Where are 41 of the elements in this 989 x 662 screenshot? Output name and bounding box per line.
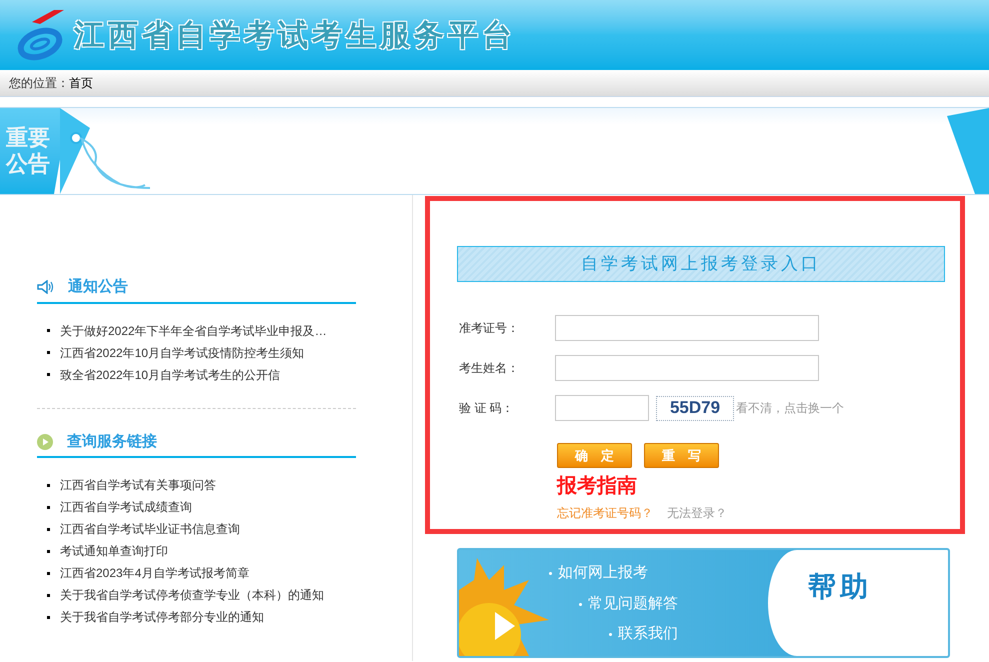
- login-title: 自学考试网上报考登录入口: [581, 253, 821, 276]
- bullet-icon: [47, 329, 50, 332]
- list-link[interactable]: 江西省自学考试成绩查询: [60, 498, 192, 516]
- captcha-image[interactable]: 55D79: [656, 396, 734, 420]
- bullet-icon: [579, 602, 582, 606]
- field-label: 考生姓名：: [458, 360, 520, 377]
- list-link[interactable]: 江西省2022年10月自学考试疫情防控考生须知: [60, 344, 304, 362]
- bullet-icon: [47, 528, 50, 530]
- bullet-icon: [47, 484, 50, 486]
- speaker-icon: [37, 280, 54, 294]
- breadcrumb-link[interactable]: 首页: [69, 74, 93, 92]
- bullet-icon: [47, 616, 50, 618]
- text-input[interactable]: [555, 355, 819, 381]
- text-input[interactable]: [555, 315, 819, 341]
- notice-tag-text: 重要公告: [6, 125, 51, 177]
- breadcrumb-label: 您的位置：: [9, 75, 69, 92]
- bullet-icon: [47, 373, 50, 376]
- list-link[interactable]: 江西省2023年4月自学考试报考简章: [60, 564, 250, 582]
- bullet-icon: [47, 351, 50, 354]
- section-title: 查询服务链接: [67, 432, 157, 452]
- bullet-icon: [47, 550, 50, 552]
- play-circle-icon: [37, 434, 53, 450]
- bullet-icon: [47, 506, 50, 508]
- list-link[interactable]: 关于我省自学考试停考部分专业的通知: [60, 608, 264, 626]
- captcha-input[interactable]: [555, 395, 649, 421]
- help-title: 帮助: [808, 570, 872, 604]
- list-link[interactable]: 关于做好2022年下半年全省自学考试毕业申报及…: [60, 322, 327, 340]
- bullet-icon: [47, 594, 50, 596]
- guide-link[interactable]: 报考指南: [557, 473, 637, 497]
- section-title: 通知公告: [68, 277, 128, 297]
- bullet-icon: [549, 572, 552, 575]
- list-link[interactable]: 关于我省自学考试停考侦查学专业（本科）的通知: [60, 586, 324, 604]
- bullet-icon: [47, 572, 50, 574]
- field-label: 验 证 码：: [458, 400, 515, 417]
- field-label: 准考证号：: [458, 320, 520, 337]
- list-link[interactable]: 致全省2022年10月自学考试考生的公开信: [60, 366, 280, 384]
- site-title: 江西省自学考试考生服务平台: [74, 18, 516, 54]
- list-link[interactable]: 考试通知单查询打印: [60, 542, 168, 560]
- bullet-icon: [609, 633, 612, 636]
- list-link[interactable]: 江西省自学考试毕业证书信息查询: [60, 520, 240, 538]
- list-link[interactable]: 江西省自学考试有关事项问答: [60, 476, 216, 494]
